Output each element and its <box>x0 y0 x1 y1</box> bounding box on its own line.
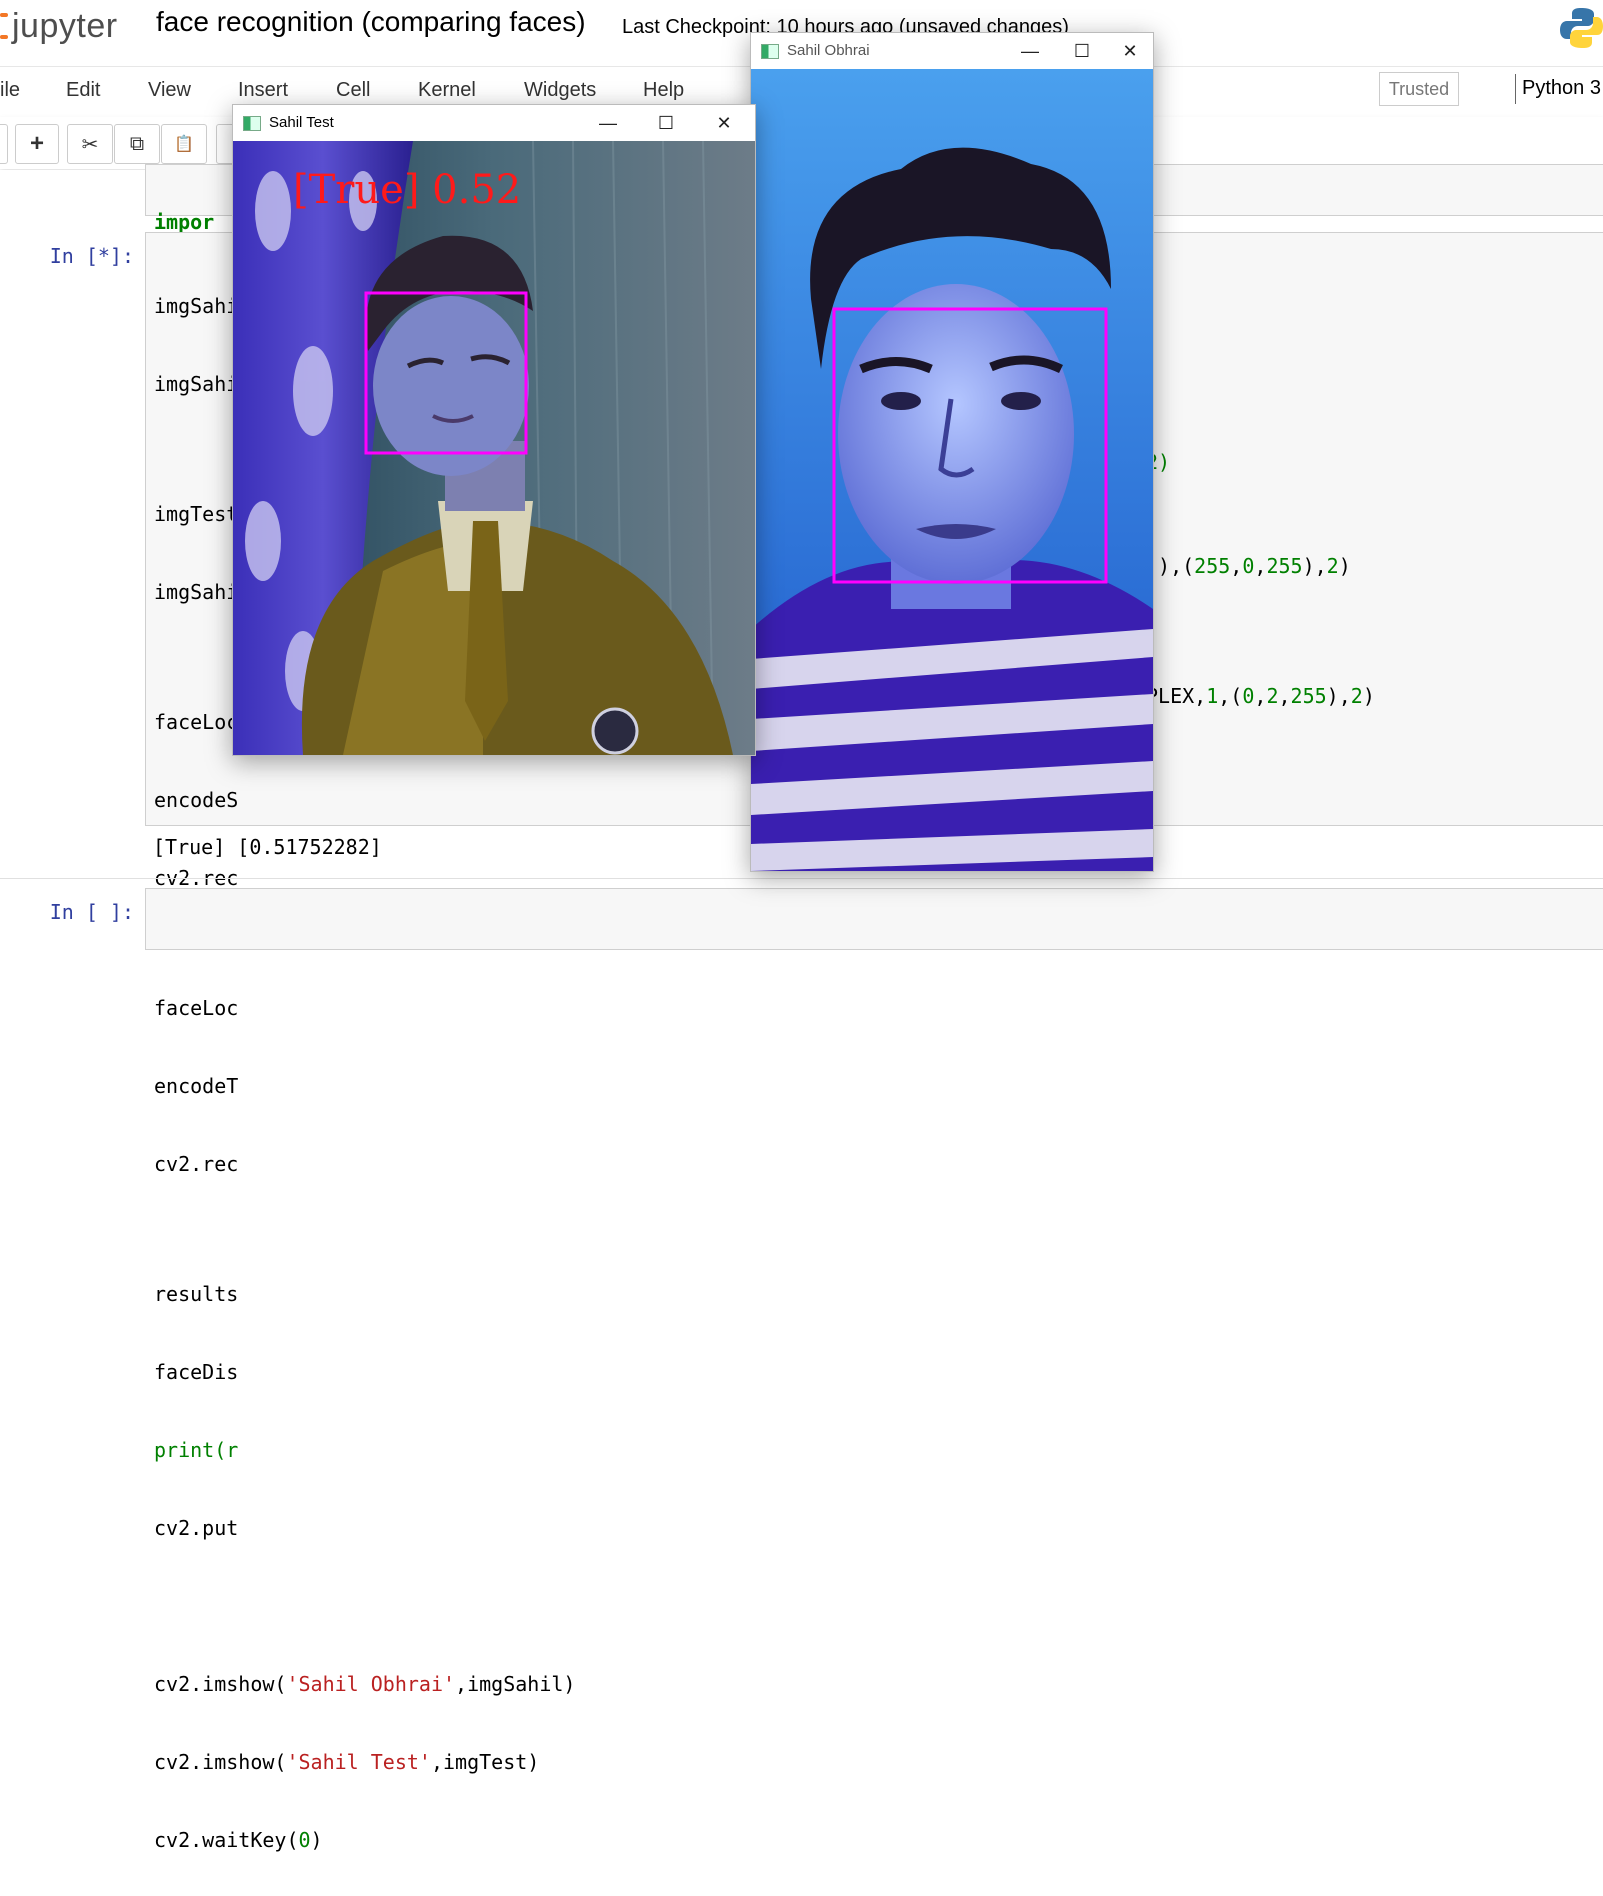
code-line: results <box>154 1282 239 1306</box>
code-number: 1 <box>1206 684 1219 708</box>
code-line: faceLoc <box>154 996 239 1020</box>
code-number: 255 <box>1194 554 1231 578</box>
menu-cell[interactable]: Cell <box>336 79 370 102</box>
jupyter-logo-text: jupyter <box>12 6 118 45</box>
code-number: 0 <box>1242 554 1255 578</box>
code-fragment-puttext: PLEX,1,(0,2,255),2) <box>1146 684 1375 708</box>
code-number: 2 <box>1326 554 1339 578</box>
menu-insert[interactable]: Insert <box>238 79 288 102</box>
kernel-separator <box>1515 74 1516 104</box>
plus-icon: + <box>29 130 44 157</box>
menu-kernel[interactable]: Kernel <box>418 79 476 102</box>
maximize-icon[interactable]: ☐ <box>643 109 689 137</box>
jupyter-logo[interactable]: jupyter <box>0 4 118 48</box>
code-line: cv2.put <box>154 1516 239 1540</box>
code-line-waitkey: cv2.waitKey(0) <box>154 1828 323 1852</box>
paste-icon: 📋 <box>174 136 194 153</box>
code-text: cv2.waitKey( <box>154 1828 299 1852</box>
code-line: cv2.rec <box>154 1152 239 1176</box>
code-text: ,imgTest) <box>430 1750 540 1774</box>
kernel-name[interactable]: Python 3 <box>1522 77 1601 100</box>
add-cell-button[interactable]: + <box>15 124 59 164</box>
window-titlebar[interactable]: Sahil Obhrai — ☐ ✕ <box>751 33 1153 69</box>
test-photo: [True] 0.52 <box>233 141 755 755</box>
code-text: PLEX, <box>1146 684 1207 708</box>
notebook-title[interactable]: face recognition (comparing faces) <box>156 6 586 38</box>
jupyter-logo-mark-icon <box>0 7 12 45</box>
scissors-icon: ✂ <box>81 133 99 156</box>
code-line: faceDis <box>154 1360 239 1384</box>
minimize-icon[interactable]: — <box>1007 37 1053 65</box>
menu-file[interactable]: ile <box>0 79 20 102</box>
menu-widgets[interactable]: Widgets <box>524 79 596 102</box>
match-result-overlay: [True] 0.52 <box>293 167 522 213</box>
cell-divider <box>0 878 1603 879</box>
app-icon <box>243 116 261 131</box>
code-string: 'Sahil Test' <box>286 1750 431 1774</box>
code-number: 2 <box>1266 684 1279 708</box>
code-fragment-rect2: ]),(255,0,255),2) <box>1146 554 1351 578</box>
cut-button[interactable]: ✂ <box>67 124 113 164</box>
code-line-imshow-1: cv2.imshow('Sahil Obhrai',imgSahil) <box>154 1672 576 1696</box>
code-line: print(r <box>154 1438 239 1462</box>
code-line: encodeT <box>154 1074 239 1098</box>
minimize-icon[interactable]: — <box>585 109 631 137</box>
code-number: 0 <box>298 1828 311 1852</box>
code-number: 0 <box>1242 684 1255 708</box>
cell-output: [True] [0.51752282] <box>153 835 382 859</box>
image-window-test[interactable]: Sahil Test — ☐ ✕ [True] 0.52 <box>232 104 756 756</box>
cell-prompt: In [*]: <box>49 244 134 268</box>
menu-view[interactable]: View <box>148 79 191 102</box>
code-number: 2 <box>1350 684 1363 708</box>
close-icon[interactable]: ✕ <box>1107 37 1153 65</box>
code-text: ,imgSahil) <box>455 1672 576 1696</box>
code-line: encodeS <box>154 788 239 812</box>
face-photo-test <box>233 141 755 755</box>
webcam-photo <box>751 69 1153 871</box>
copy-icon: ⧉ <box>129 132 145 155</box>
image-window-obhrai[interactable]: Sahil Obhrai — ☐ ✕ <box>750 32 1154 872</box>
code-number: 255 <box>1290 684 1327 708</box>
menu-help[interactable]: Help <box>643 79 684 102</box>
window-title: Sahil Obhrai <box>787 42 870 59</box>
maximize-icon[interactable]: ☐ <box>1059 37 1105 65</box>
code-line-imshow-2: cv2.imshow('Sahil Test',imgTest) <box>154 1750 540 1774</box>
window-title: Sahil Test <box>269 114 334 131</box>
python-logo-icon <box>1560 8 1603 48</box>
menu-edit[interactable]: Edit <box>66 79 100 102</box>
trusted-indicator[interactable]: Trusted <box>1379 72 1459 106</box>
face-photo-obhrai <box>751 69 1153 871</box>
app-icon <box>761 44 779 59</box>
close-icon[interactable]: ✕ <box>701 109 747 137</box>
code-number: 255 <box>1266 554 1303 578</box>
window-titlebar[interactable]: Sahil Test — ☐ ✕ <box>233 105 755 141</box>
code-cell-3[interactable] <box>145 888 1603 950</box>
save-button[interactable] <box>0 124 8 164</box>
cell-prompt: In [ ]: <box>49 900 134 924</box>
code-string: 'Sahil Obhrai' <box>286 1672 456 1696</box>
